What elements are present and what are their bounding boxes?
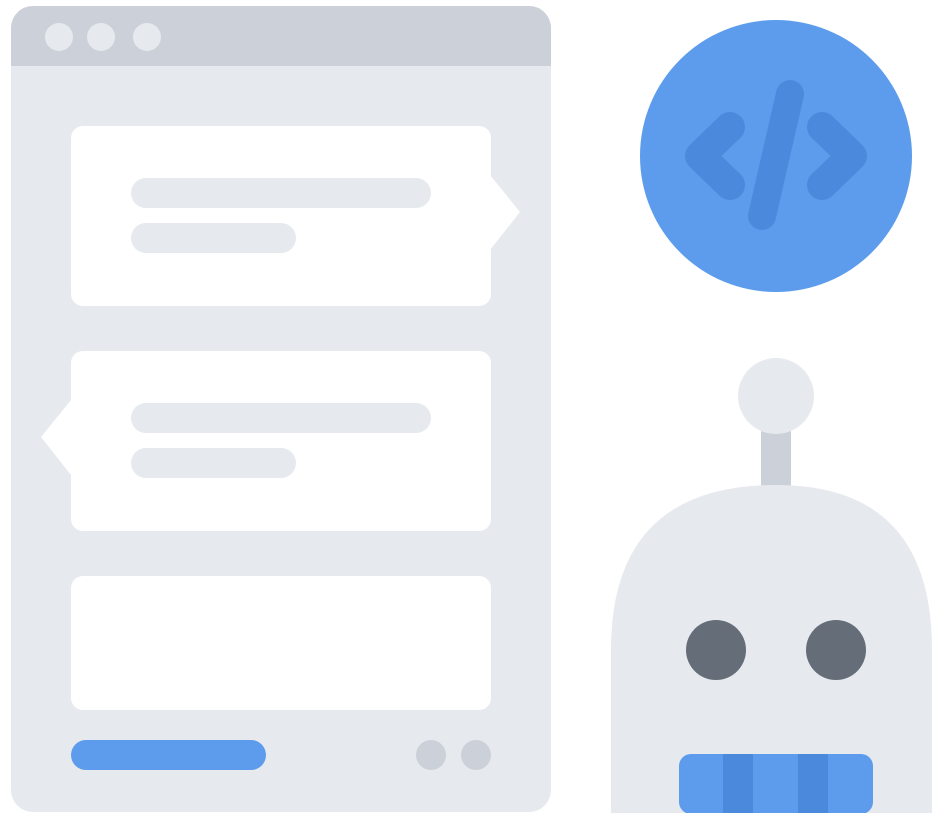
robot-mouth [679, 754, 873, 813]
bubble-tail-left [41, 400, 71, 475]
code-icon [640, 20, 912, 292]
robot-icon [611, 358, 932, 813]
bubble-tail-right [490, 175, 520, 250]
robot-eye-right [806, 620, 866, 680]
robot-eye-left [686, 620, 746, 680]
illustration-art [41, 20, 932, 813]
